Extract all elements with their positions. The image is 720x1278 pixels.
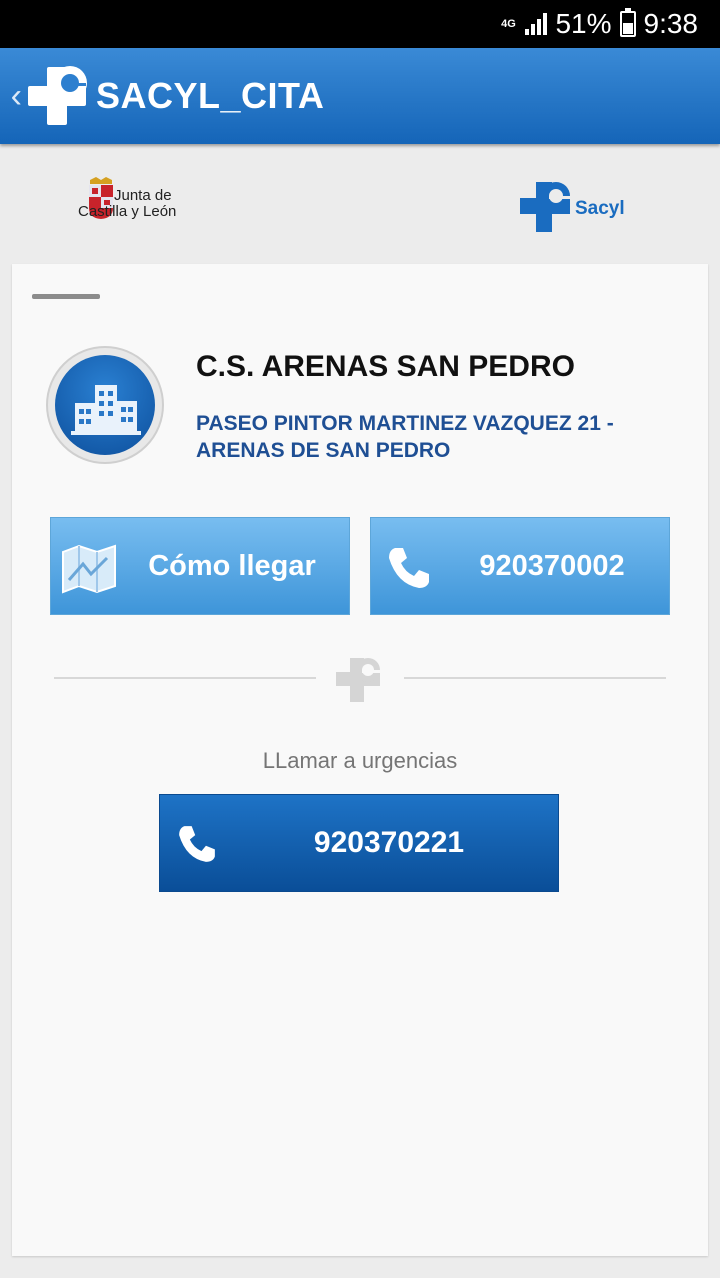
call-emergency-button[interactable]: 920370221 <box>159 794 559 892</box>
sacyl-logo: Sacyl <box>518 178 638 234</box>
card-handle[interactable] <box>32 294 100 299</box>
status-bar: 4G 51% 9:38 <box>0 0 720 48</box>
sacyl-cross-icon[interactable] <box>24 63 90 129</box>
call-center-button[interactable]: 920370002 <box>370 517 670 615</box>
app-bar: ‹ SACYL_CITA <box>0 48 720 144</box>
jcyl-name: Junta de Castilla y León <box>78 188 177 220</box>
jcyl-line-1: Junta de <box>114 187 172 204</box>
divider-line <box>54 677 316 679</box>
network-type: 4G <box>501 18 516 30</box>
health-center-icon <box>46 346 164 464</box>
center-phone-number: 920370002 <box>479 549 625 582</box>
jcyl-logo: Junta de Castilla y León <box>76 174 196 244</box>
divider-line <box>404 677 666 679</box>
status-icons: 4G 51% 9:38 <box>499 8 698 40</box>
battery-icon <box>619 8 636 37</box>
phone-icon <box>179 826 215 862</box>
jcyl-line-2: Castilla y León <box>78 203 177 220</box>
signal-icon <box>525 13 548 35</box>
sacyl-cross-icon <box>336 658 382 702</box>
directions-button[interactable]: Cómo llegar <box>50 517 350 615</box>
center-name: C.S. ARENAS SAN PEDRO <box>196 350 575 383</box>
emergency-label: LLamar a urgencias <box>262 748 458 773</box>
battery-percent: 51% <box>555 8 612 39</box>
sacyl-wordmark: Sacyl <box>575 198 625 219</box>
app-title: SACYL_CITA <box>96 75 325 116</box>
health-center-card: C.S. ARENAS SAN PEDRO PASEO PINTOR MARTI… <box>12 264 708 1256</box>
center-address: PASEO PINTOR MARTINEZ VAZQUEZ 21 - ARENA… <box>196 412 614 462</box>
sacyl-cross-icon <box>520 182 571 232</box>
map-icon <box>62 544 116 594</box>
status-time: 9:38 <box>643 8 699 39</box>
emergency-phone-number: 920370221 <box>313 826 465 859</box>
back-icon[interactable]: ‹ <box>0 48 22 144</box>
logo-strip: Junta de Castilla y León Sacyl <box>0 144 720 264</box>
phone-icon <box>389 548 429 588</box>
directions-label: Cómo llegar <box>148 549 316 582</box>
